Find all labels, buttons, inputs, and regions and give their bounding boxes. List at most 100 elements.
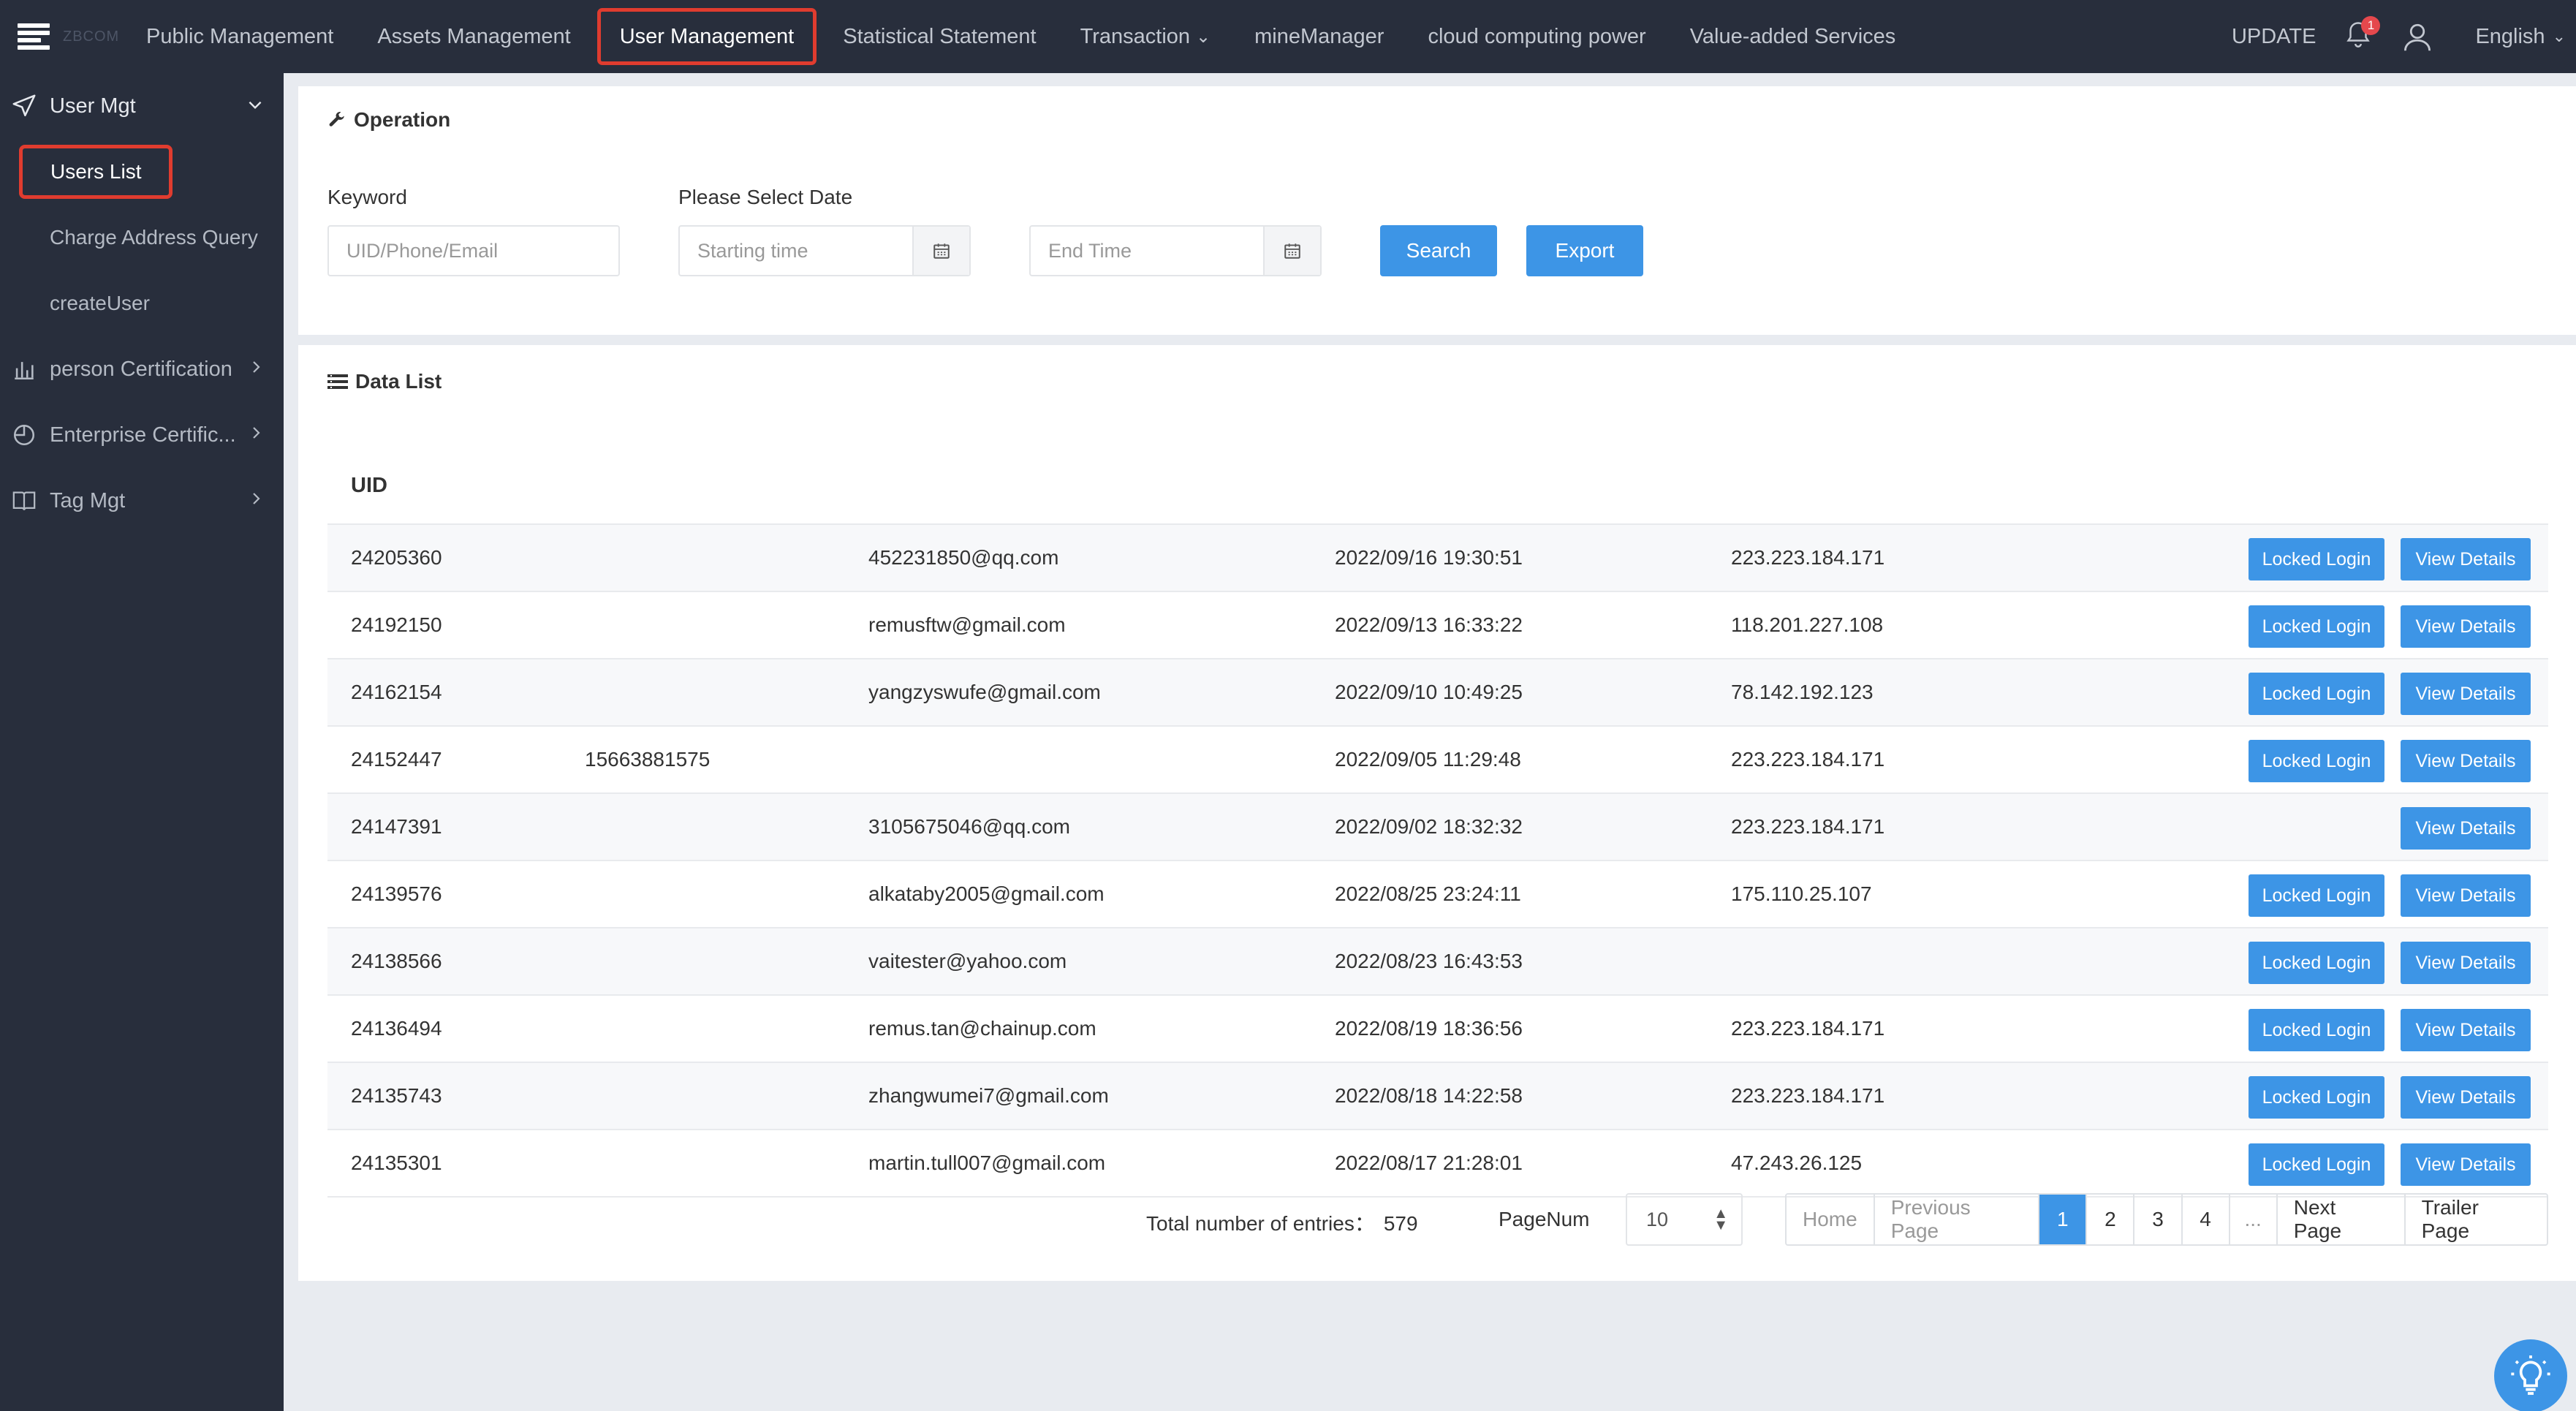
table-row: 24138566 vaitester@yahoo.com 2022/08/23 16…	[327, 928, 2548, 996]
view-details-button[interactable]: View Details	[2401, 807, 2531, 850]
table-row: 24162154 yangzyswufe@gmail.com 2022/09/10 …	[327, 659, 2548, 727]
time-cell: 2022/08/19 18:36:56	[1335, 1017, 1523, 1040]
nav-item-label: Value-added Services	[1689, 24, 1896, 48]
ip-cell: 78.142.192.123	[1731, 681, 1874, 703]
update-link[interactable]: UPDATE	[2232, 25, 2316, 49]
page-4-button[interactable]: 4	[2183, 1195, 2230, 1244]
sidebar-group-label: Tag Mgt	[50, 488, 126, 512]
locked-login-button[interactable]: Locked Login	[2249, 942, 2384, 984]
ip-cell: 118.201.227.108	[1731, 613, 1884, 636]
locked-login-button[interactable]: Locked Login	[2249, 1076, 2384, 1119]
help-lightbulb-button[interactable]	[2494, 1339, 2567, 1411]
sidebar-item-users-list[interactable]: Users List	[0, 139, 284, 205]
page-1-button[interactable]: 1	[2039, 1195, 2088, 1244]
export-button[interactable]: Export	[1526, 225, 1643, 276]
time-cell: 2022/08/17 21:28:01	[1335, 1151, 1523, 1174]
locked-login-button[interactable]: Locked Login	[2249, 538, 2384, 580]
users-table: UID 24205360 452231850@qq.com 2022/09/16 1…	[327, 447, 2548, 1198]
email-cell: 3105675046@qq.com	[868, 815, 1070, 838]
operation-title: Operation	[327, 108, 450, 132]
pagination-bar: Total number of entries： 579 PageNum 10 ▲…	[327, 1193, 2548, 1247]
locked-login-button[interactable]: Locked Login	[2249, 740, 2384, 782]
view-details-button[interactable]: View Details	[2401, 673, 2531, 715]
time-cell: 2022/08/18 14:22:58	[1335, 1084, 1523, 1107]
user-avatar-icon[interactable]	[2402, 21, 2433, 52]
uid-cell: 24138566	[351, 950, 442, 972]
start-time-placeholder: Starting time	[697, 239, 808, 262]
data-list-title: Data List	[327, 370, 442, 393]
keyword-label: Keyword	[327, 186, 407, 208]
language-selector[interactable]: English ⌄	[2475, 25, 2566, 49]
locked-login-button[interactable]: Locked Login	[2249, 1009, 2384, 1051]
view-details-button[interactable]: View Details	[2401, 605, 2531, 648]
operation-title-text: Operation	[354, 108, 451, 131]
view-details-button[interactable]: View Details	[2401, 538, 2531, 580]
page-2-button[interactable]: 2	[2087, 1195, 2135, 1244]
previous-page-button[interactable]: Previous Page	[1875, 1195, 2040, 1244]
notification-bell-icon[interactable]: 1	[2345, 16, 2381, 53]
next-page-button[interactable]: Next Page	[2278, 1195, 2406, 1244]
nav-item-user-management[interactable]: User Management	[596, 8, 817, 65]
page-3-button[interactable]: 3	[2134, 1195, 2183, 1244]
calendar-icon[interactable]	[912, 227, 969, 275]
locked-login-button[interactable]: Locked Login	[2249, 605, 2384, 648]
ip-cell: 223.223.184.171	[1731, 1017, 1885, 1040]
nav-item-transaction[interactable]: Transaction ⌄	[1058, 8, 1233, 65]
book-icon	[12, 491, 36, 510]
sidebar-item-create-user[interactable]: createUser	[0, 271, 284, 336]
logo: ZBCOM	[63, 28, 120, 45]
view-details-button[interactable]: View Details	[2401, 1076, 2531, 1119]
sidebar-group-label: User Mgt	[50, 94, 136, 118]
time-cell: 2022/09/10 10:49:25	[1335, 681, 1523, 703]
calendar-icon[interactable]	[1263, 227, 1320, 275]
email-cell: yangzyswufe@gmail.com	[868, 681, 1101, 703]
page-size-select[interactable]: 10 ▲ ▼	[1626, 1193, 1743, 1246]
time-cell: 2022/08/23 16:43:53	[1335, 950, 1523, 972]
home-page-button[interactable]: Home	[1787, 1195, 1875, 1244]
table-row: 24139576 alkataby2005@gmail.com 2022/08/25…	[327, 861, 2548, 928]
nav-item-label: User Management	[619, 24, 795, 48]
view-details-button[interactable]: View Details	[2401, 740, 2531, 782]
menu-toggle-icon[interactable]	[18, 23, 53, 50]
view-details-button[interactable]: View Details	[2401, 942, 2531, 984]
bar-chart-icon	[15, 362, 34, 380]
uid-cell: 24136494	[351, 1017, 442, 1040]
list-icon	[327, 374, 348, 389]
nav-item-cloud-computing-power[interactable]: cloud computing power	[1406, 8, 1667, 65]
locked-login-button[interactable]: Locked Login	[2249, 1143, 2384, 1186]
locked-login-button[interactable]: Locked Login	[2249, 874, 2384, 917]
pager: Home Previous Page 1 2 3 4... Next Page Trailer…	[1785, 1193, 2548, 1246]
view-details-button[interactable]: View Details	[2401, 1143, 2531, 1186]
search-button[interactable]: Search	[1380, 225, 1497, 276]
page-ellipsis[interactable]: ...	[2230, 1195, 2278, 1244]
end-time-input[interactable]: End Time	[1029, 225, 1322, 276]
nav-item-value-added-services[interactable]: Value-added Services	[1668, 8, 1918, 65]
sidebar-item-charge-address-query[interactable]: Charge Address Query	[0, 205, 284, 271]
uid-column-header: UID	[351, 473, 387, 497]
ip-cell: 223.223.184.171	[1731, 748, 1885, 771]
keyword-input[interactable]: UID/Phone/Email	[327, 225, 620, 276]
nav-item-public-management[interactable]: Public Management	[124, 8, 355, 65]
sidebar-item-label: Users List	[19, 145, 173, 199]
nav-item-assets-management[interactable]: Assets Management	[355, 8, 592, 65]
data-list-panel: Data List UID 24205360 452231850@qq.com 20…	[298, 345, 2576, 1281]
table-row: 24192150 remusftw@gmail.com 2022/09/13 16:…	[327, 592, 2548, 659]
sidebar-group-user-mgt[interactable]: User Mgt	[0, 73, 284, 139]
trailer-page-button[interactable]: Trailer Page	[2406, 1195, 2547, 1244]
pie-chart-icon	[13, 424, 35, 446]
email-cell: 452231850@qq.com	[868, 546, 1059, 569]
nav-item-statistical-statement[interactable]: Statistical Statement	[821, 8, 1058, 65]
lightbulb-icon	[2511, 1355, 2550, 1395]
view-details-button[interactable]: View Details	[2401, 874, 2531, 917]
ip-cell: 223.223.184.171	[1731, 815, 1885, 838]
main-nav: Public Management Assets Management User M…	[124, 0, 1917, 73]
locked-login-button[interactable]: Locked Login	[2249, 673, 2384, 715]
view-details-button[interactable]: View Details	[2401, 1009, 2531, 1051]
start-time-input[interactable]: Starting time	[678, 225, 971, 276]
email-cell: remusftw@gmail.com	[868, 613, 1066, 636]
nav-item-minemanager[interactable]: mineManager	[1232, 8, 1406, 65]
uid-cell: 24135301	[351, 1151, 442, 1174]
sidebar-group-person-certification[interactable]: person Certification	[0, 336, 284, 402]
sidebar-group-tag-mgt[interactable]: Tag Mgt	[0, 468, 284, 534]
sidebar-group-enterprise-certification[interactable]: Enterprise Certific...	[0, 402, 284, 468]
